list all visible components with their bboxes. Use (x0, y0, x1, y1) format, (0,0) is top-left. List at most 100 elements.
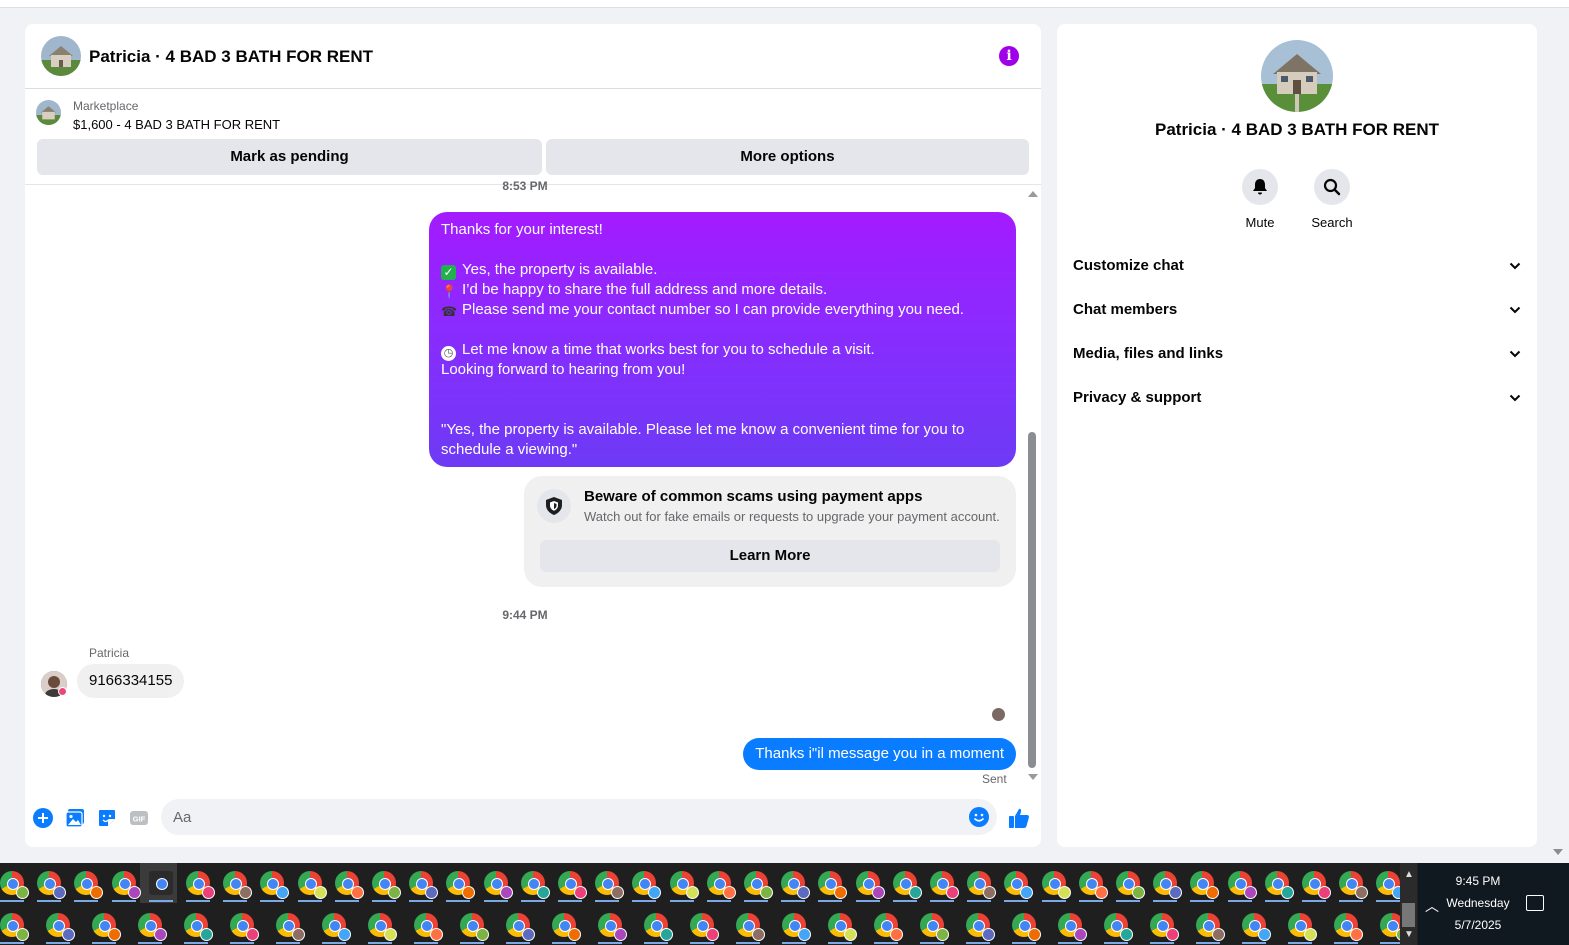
gif-icon[interactable]: GIF (129, 808, 149, 828)
browser-profile-icon[interactable] (334, 871, 364, 899)
browser-profile-icon[interactable] (644, 913, 673, 941)
profile-avatar[interactable] (1261, 40, 1333, 112)
browser-profile-icon[interactable] (1012, 913, 1041, 941)
browser-profile-icon[interactable] (598, 913, 627, 941)
notification-icon[interactable] (1526, 895, 1544, 911)
scrollbar-thumb[interactable] (1402, 903, 1415, 927)
browser-profile-icon[interactable] (1150, 913, 1179, 941)
browser-profile-icon[interactable] (930, 871, 959, 899)
scrollbar-thumb[interactable] (1028, 432, 1036, 768)
browser-profile-icon[interactable] (74, 871, 104, 899)
chevron-down-icon[interactable]: ▼ (1404, 929, 1414, 940)
browser-profile-icon[interactable] (1104, 913, 1133, 941)
browser-profile-icon[interactable] (1227, 871, 1257, 899)
browser-profile-icon[interactable] (460, 913, 489, 941)
sticker-icon[interactable] (97, 808, 117, 828)
browser-profile-icon[interactable] (1334, 913, 1363, 941)
incoming-message-bubble[interactable]: 9166334155 (77, 664, 185, 698)
browser-profile-icon[interactable] (782, 913, 811, 941)
browser-profile-icon[interactable] (874, 913, 903, 941)
browser-profile-icon[interactable] (1116, 871, 1145, 899)
browser-profile-icon[interactable] (111, 871, 141, 899)
chevron-up-icon[interactable]: ▲ (1404, 869, 1414, 880)
photo-icon[interactable] (65, 808, 85, 828)
browser-profile-icon[interactable] (706, 871, 736, 899)
browser-profile-icon[interactable] (818, 871, 848, 899)
media-files-links-section[interactable]: Media, files and links (1073, 334, 1521, 374)
browser-profile-icon[interactable] (0, 871, 29, 899)
browser-profile-icon[interactable] (558, 871, 587, 899)
browser-profile-icon[interactable] (966, 913, 995, 941)
more-options-button[interactable]: More options (546, 139, 1029, 175)
outgoing-message-bubble[interactable]: Thanks for your interest! ✓ Yes, the prop… (429, 212, 1016, 467)
browser-profile-icon[interactable] (828, 913, 857, 941)
scroll-down-arrow-icon[interactable] (1028, 774, 1038, 780)
browser-profile-icon[interactable] (1339, 871, 1369, 899)
browser-profile-icon[interactable] (1190, 871, 1220, 899)
browser-profile-icon[interactable] (1288, 913, 1317, 941)
browser-profile-icon[interactable] (1078, 871, 1108, 899)
browser-profile-icon[interactable] (322, 913, 351, 941)
browser-profile-icon[interactable] (1058, 913, 1087, 941)
privacy-support-section[interactable]: Privacy & support (1073, 378, 1521, 418)
browser-profile-icon[interactable] (372, 871, 401, 899)
browser-profile-icon[interactable] (520, 871, 550, 899)
browser-profile-icon[interactable] (506, 913, 535, 941)
taskbar-scrollbar[interactable]: ▲ ▼ (1400, 863, 1417, 945)
browser-profile-icon[interactable] (260, 871, 290, 899)
clock-date[interactable]: 5/7/2025 (1418, 918, 1538, 932)
scroll-up-arrow-icon[interactable] (1028, 191, 1038, 197)
sent-message-bubble[interactable]: Thanks i"il message you in a moment (743, 738, 1016, 770)
browser-profile-icon[interactable] (184, 913, 213, 941)
clock-time[interactable]: 9:45 PM (1418, 874, 1538, 888)
browser-profile-icon[interactable] (1302, 871, 1331, 899)
browser-profile-icon[interactable] (632, 871, 662, 899)
browser-profile-icon[interactable] (744, 871, 773, 899)
message-scrollbar[interactable] (1027, 187, 1039, 787)
browser-profile-icon[interactable] (892, 871, 922, 899)
browser-profile-icon[interactable] (595, 871, 625, 899)
message-input[interactable] (173, 799, 953, 835)
thumbs-up-icon[interactable] (1008, 807, 1030, 829)
mute-button[interactable]: Mute (1230, 169, 1290, 230)
search-button[interactable]: Search (1302, 169, 1362, 230)
chat-avatar[interactable] (41, 36, 81, 76)
browser-profile-icon[interactable] (1264, 871, 1294, 899)
browser-profile-icon[interactable] (552, 913, 581, 941)
browser-profile-icon[interactable] (483, 871, 513, 899)
app-icon[interactable] (148, 871, 173, 895)
customize-chat-section[interactable]: Customize chat (1073, 246, 1521, 286)
browser-profile-icon[interactable] (37, 871, 67, 899)
browser-profile-icon[interactable] (230, 913, 259, 941)
browser-profile-icon[interactable] (669, 871, 699, 899)
browser-profile-icon[interactable] (276, 913, 305, 941)
info-icon[interactable]: i (999, 46, 1019, 66)
browser-profile-icon[interactable] (1041, 871, 1071, 899)
learn-more-button[interactable]: Learn More (540, 540, 1000, 572)
browser-profile-icon[interactable] (920, 913, 949, 941)
clock-day[interactable]: Wednesday (1418, 896, 1538, 910)
emoji-icon[interactable] (969, 807, 989, 827)
mark-as-pending-button[interactable]: Mark as pending (37, 139, 542, 175)
browser-profile-icon[interactable] (967, 871, 997, 899)
browser-profile-icon[interactable] (1196, 913, 1225, 941)
browser-profile-icon[interactable] (0, 913, 29, 941)
browser-profile-icon[interactable] (690, 913, 719, 941)
browser-profile-icon[interactable] (46, 913, 75, 941)
listing-thumbnail[interactable] (36, 100, 61, 125)
browser-profile-icon[interactable] (1242, 913, 1271, 941)
browser-profile-icon[interactable] (1380, 913, 1400, 941)
plus-icon[interactable] (33, 808, 53, 828)
browser-profile-icon[interactable] (138, 913, 167, 941)
browser-profile-icon[interactable] (855, 871, 885, 899)
browser-profile-icon[interactable] (1004, 871, 1034, 899)
browser-profile-icon[interactable] (414, 913, 443, 941)
browser-profile-icon[interactable] (1376, 871, 1400, 899)
browser-profile-icon[interactable] (368, 913, 397, 941)
browser-profile-icon[interactable] (736, 913, 765, 941)
page-scroll-down-arrow-icon[interactable] (1553, 849, 1563, 855)
browser-profile-icon[interactable] (409, 871, 439, 899)
browser-profile-icon[interactable] (781, 871, 811, 899)
browser-profile-icon[interactable] (186, 871, 215, 899)
browser-profile-icon[interactable] (223, 871, 253, 899)
